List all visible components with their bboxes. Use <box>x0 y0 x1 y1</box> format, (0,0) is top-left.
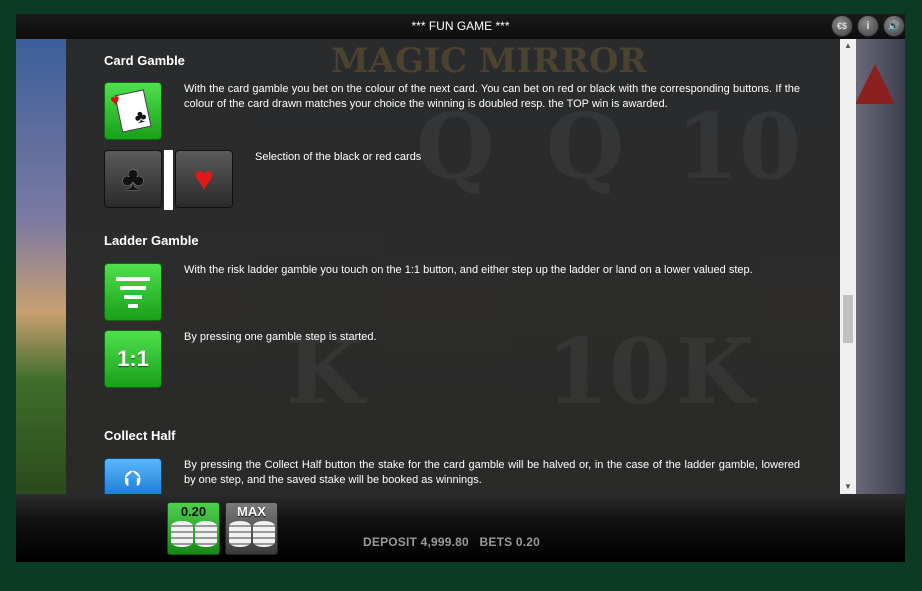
collect-half-title: Collect Half <box>104 428 176 443</box>
outer-frame: *** FUN GAME *** €$ i 🔊 MAGIC MIRROR Q Q… <box>0 0 922 591</box>
ladder-gamble-button <box>104 263 162 321</box>
castle-tower <box>855 39 905 494</box>
help-content[interactable]: Card Gamble ♥ ♣ With the card gamble you … <box>104 39 839 494</box>
collect-arrow-icon: ⮉ <box>124 465 142 491</box>
sound-icon[interactable]: 🔊 <box>883 15 905 37</box>
max-bet-button[interactable]: MAX <box>225 502 278 555</box>
ladder-gamble-description: With the risk ladder gamble you touch on… <box>184 264 753 276</box>
paytable-icon[interactable]: €$ <box>831 15 853 37</box>
card-icon: ♥ ♣ <box>109 89 152 133</box>
chips-icon <box>228 521 275 547</box>
heart-icon: ♥ <box>193 159 215 198</box>
scroll-down-arrow[interactable]: ▼ <box>840 480 856 494</box>
one-to-one-label: 1:1 <box>117 346 149 371</box>
card-selection-text: Selection of the black or red cards <box>255 151 422 163</box>
bet-value: 0.20 <box>180 504 207 519</box>
club-icon: ♣ <box>121 159 145 198</box>
ladder-icon <box>116 276 150 308</box>
chips-icon <box>170 521 217 547</box>
red-cards-button: ♥ <box>175 150 233 208</box>
bet-button[interactable]: 0.20 <box>167 502 220 555</box>
one-to-one-description: By pressing one gamble step is started. <box>184 331 377 343</box>
castle-roof <box>855 64 895 104</box>
collect-half-description: By pressing the Collect Half button the … <box>184 459 800 486</box>
max-label: MAX <box>237 504 266 519</box>
help-scrollbar[interactable]: ▲ ▼ <box>840 39 856 494</box>
black-cards-button: ♣ <box>104 150 162 208</box>
top-icon-group: €$ i 🔊 <box>831 15 905 39</box>
one-to-one-button: 1:1 <box>104 330 162 388</box>
deposit-bets-status: DEPOSIT 4,999.80 BETS 0.20 <box>363 535 541 549</box>
suit-divider <box>164 150 173 210</box>
collect-half-button: ⮉ <box>104 458 162 494</box>
bottom-control-bar: 0.20 MAX DEPOSIT 4,999.80 BETS 0.20 <box>16 494 905 562</box>
title-bar: *** FUN GAME *** €$ i 🔊 <box>16 14 905 39</box>
card-gamble-button: ♥ ♣ <box>104 82 162 140</box>
scroll-thumb[interactable] <box>843 295 853 343</box>
card-gamble-description: With the card gamble you bet on the colo… <box>184 83 800 110</box>
ladder-gamble-title: Ladder Gamble <box>104 233 199 248</box>
game-window: *** FUN GAME *** €$ i 🔊 MAGIC MIRROR Q Q… <box>16 14 905 562</box>
scroll-up-arrow[interactable]: ▲ <box>840 39 856 53</box>
card-gamble-title: Card Gamble <box>104 53 185 68</box>
window-title: *** FUN GAME *** <box>411 19 510 33</box>
info-icon[interactable]: i <box>857 15 879 37</box>
